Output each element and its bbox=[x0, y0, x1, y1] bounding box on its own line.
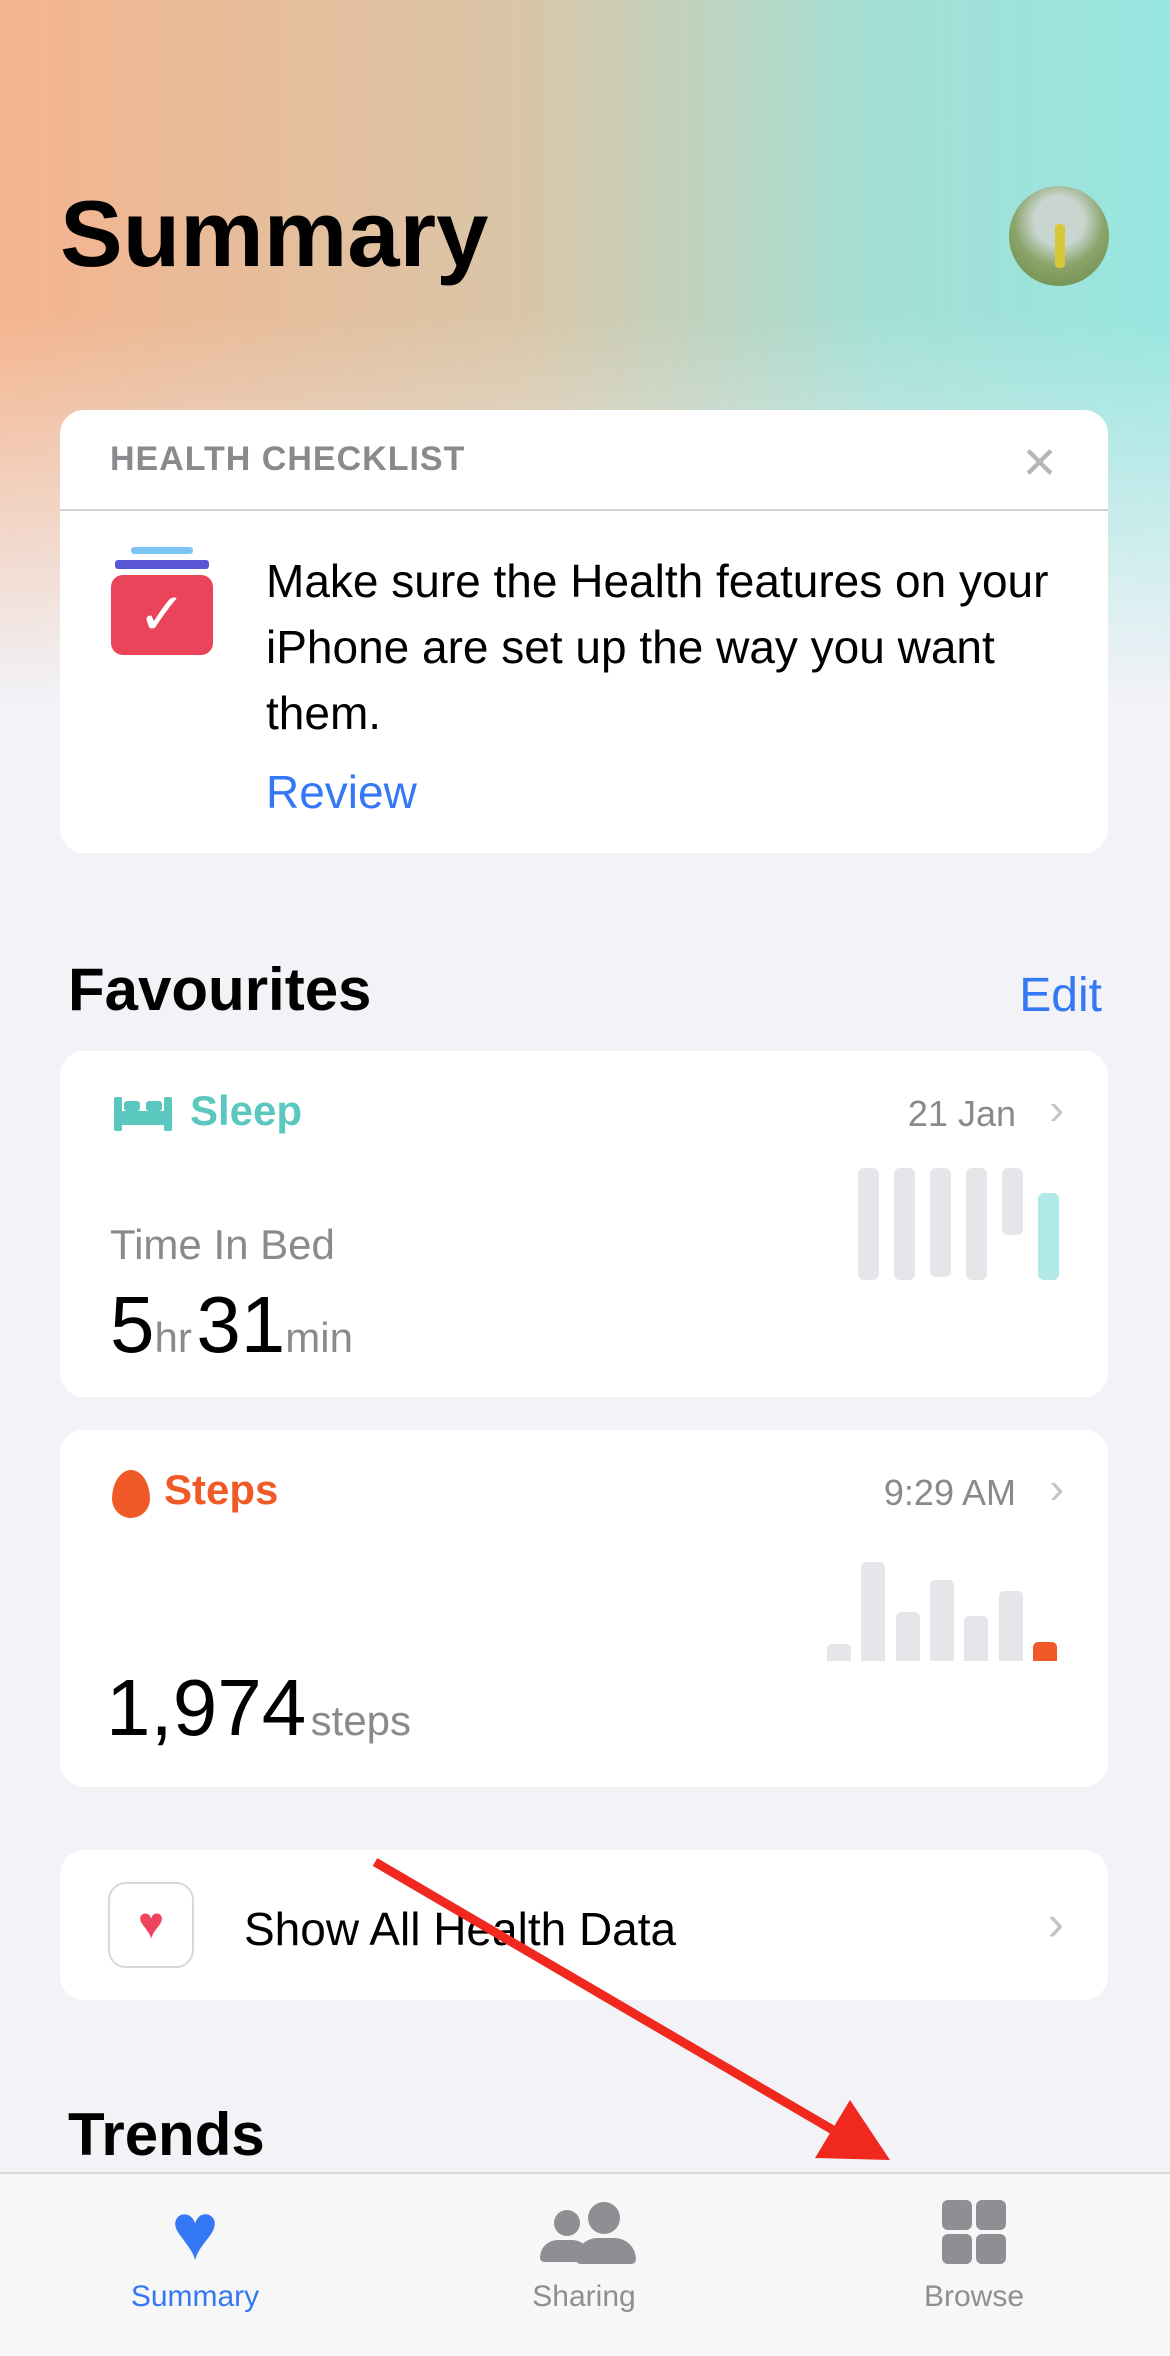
people-icon bbox=[484, 2194, 684, 2270]
annotation-arrow bbox=[372, 1858, 890, 2160]
grid-icon bbox=[874, 2194, 1074, 2270]
heart-icon: ♥ bbox=[171, 2187, 219, 2276]
tab-summary[interactable]: ♥ Summary bbox=[95, 2187, 295, 2314]
tab-sharing[interactable]: Sharing bbox=[484, 2194, 684, 2314]
tab-bar: ♥ Summary Sharing Browse bbox=[0, 2172, 1170, 2356]
tab-browse[interactable]: Browse bbox=[874, 2194, 1074, 2314]
